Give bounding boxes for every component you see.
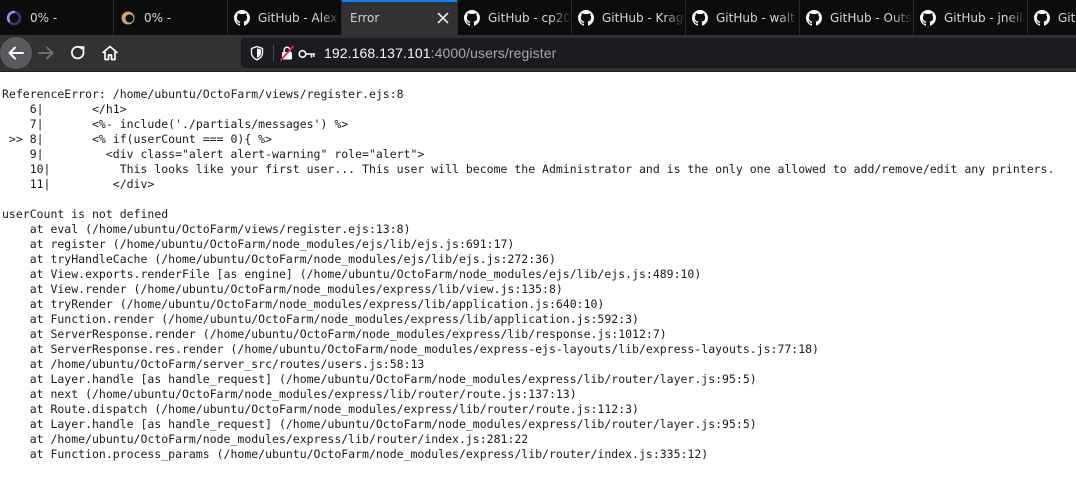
context-line-highlighted: >> 8| <% if(userCount === 0){ %> — [2, 132, 273, 146]
context-line: 6| </h1> — [2, 102, 127, 116]
error-output: ReferenceError: /home/ubuntu/OctoFarm/vi… — [2, 87, 1054, 462]
reload-icon — [71, 45, 85, 60]
tab-strip: 0% - 0% - GitHub - Alex Error GitHub - c… — [0, 0, 1076, 35]
tab-github-alex[interactable]: GitHub - Alex — [228, 0, 342, 35]
stack-line: at ServerResponse.res.render (/home/ubun… — [2, 342, 819, 356]
stack-line: at tryHandleCache (/home/ubuntu/OctoFarm… — [2, 252, 556, 266]
home-button[interactable] — [95, 38, 125, 68]
tab-title: GitHub - cp20 — [488, 10, 571, 25]
stack-line: at View.exports.renderFile [as engine] (… — [2, 267, 702, 281]
error-message: userCount is not defined — [2, 207, 169, 221]
tab-loading-1[interactable]: 0% - — [0, 0, 114, 35]
stack-line: at /home/ubuntu/OctoFarm/node_modules/ex… — [2, 432, 529, 446]
stack-line: at /home/ubuntu/OctoFarm/server_src/rout… — [2, 357, 425, 371]
context-line: 11| </div> — [2, 177, 155, 191]
context-line: 10| This looks like your first user... T… — [2, 162, 1055, 176]
tab-octofarm[interactable]: 0% - — [114, 0, 228, 35]
stack-line: at tryRender (/home/ubuntu/OctoFarm/node… — [2, 297, 605, 311]
insecure-lock-icon[interactable] — [279, 45, 295, 65]
page-content: ReferenceError: /home/ubuntu/OctoFarm/vi… — [0, 72, 1076, 491]
stack-line: at next (/home/ubuntu/OctoFarm/node_modu… — [2, 387, 577, 401]
tab-title: GitHub - Alex — [258, 10, 338, 25]
reload-button[interactable] — [63, 38, 93, 68]
stack-line: at Function.process_params (/home/ubuntu… — [2, 447, 709, 461]
url-host: 192.168.137.101 — [324, 45, 431, 61]
github-icon — [920, 9, 936, 26]
tab-title: Error — [350, 10, 380, 25]
back-button[interactable] — [0, 37, 32, 69]
stack-line: at Function.render (/home/ubuntu/OctoFar… — [2, 312, 639, 326]
error-header: ReferenceError: /home/ubuntu/OctoFarm/vi… — [2, 87, 404, 101]
stack-line: at Layer.handle [as handle_request] (/ho… — [2, 417, 757, 431]
octofarm-icon — [120, 10, 136, 26]
stack-line: at ServerResponse.render (/home/ubuntu/O… — [2, 327, 667, 341]
address-bar-divider — [273, 45, 274, 61]
key-icon[interactable] — [298, 46, 316, 65]
github-icon — [1034, 9, 1050, 26]
url-path: :4000/users/register — [430, 45, 557, 61]
stack-line: at View.render (/home/ubuntu/OctoFarm/no… — [2, 282, 563, 296]
close-icon[interactable] — [435, 10, 451, 26]
tab-title: 0% - — [30, 10, 58, 25]
tab-title: GitHub - jneil — [944, 10, 1023, 25]
stack-line: at register (/home/ubuntu/OctoFarm/node_… — [2, 237, 515, 251]
home-icon — [102, 45, 118, 61]
tab-title: GitHub - Outs — [830, 10, 912, 25]
tab-github-walt[interactable]: GitHub - walt — [686, 0, 800, 35]
tab-github-krag[interactable]: GitHub - Krag — [572, 0, 686, 35]
address-bar[interactable]: 192.168.137.101:4000/users/register — [241, 38, 1076, 68]
tab-title: GitHub - walt — [716, 10, 795, 25]
tab-github-cp20[interactable]: GitHub - cp20 — [458, 0, 572, 35]
context-line: 9| <div class="alert alert-warning" role… — [2, 147, 425, 161]
url-text[interactable]: 192.168.137.101:4000/users/register — [324, 45, 556, 61]
context-line: 7| <%- include('./partials/messages') %> — [2, 117, 349, 131]
stack-line: at Layer.handle [as handle_request] (/ho… — [2, 372, 757, 386]
tracking-protection-shield-icon[interactable] — [249, 45, 265, 65]
stack-line: at eval (/home/ubuntu/OctoFarm/views/reg… — [2, 222, 411, 236]
forward-arrow-icon — [38, 46, 54, 60]
github-icon — [234, 9, 250, 26]
tab-github-last[interactable]: GitHub — [1028, 0, 1076, 35]
github-icon — [806, 9, 822, 26]
github-icon — [464, 9, 480, 26]
stack-line: at Route.dispatch (/home/ubuntu/OctoFarm… — [2, 402, 639, 416]
back-arrow-icon — [8, 46, 24, 60]
navigation-toolbar: 192.168.137.101:4000/users/register — [0, 35, 1076, 72]
forward-button[interactable] — [31, 38, 61, 68]
tab-title: GitHub - Krag — [602, 10, 684, 25]
tab-title: GitHub — [1058, 10, 1076, 25]
tab-github-jneil[interactable]: GitHub - jneil — [914, 0, 1028, 35]
github-icon — [692, 9, 708, 26]
tab-error-active[interactable]: Error — [342, 0, 458, 35]
github-icon — [578, 9, 594, 26]
tab-title: 0% - — [144, 10, 172, 25]
tab-github-outs[interactable]: GitHub - Outs — [800, 0, 914, 35]
loading-icon — [6, 10, 22, 26]
